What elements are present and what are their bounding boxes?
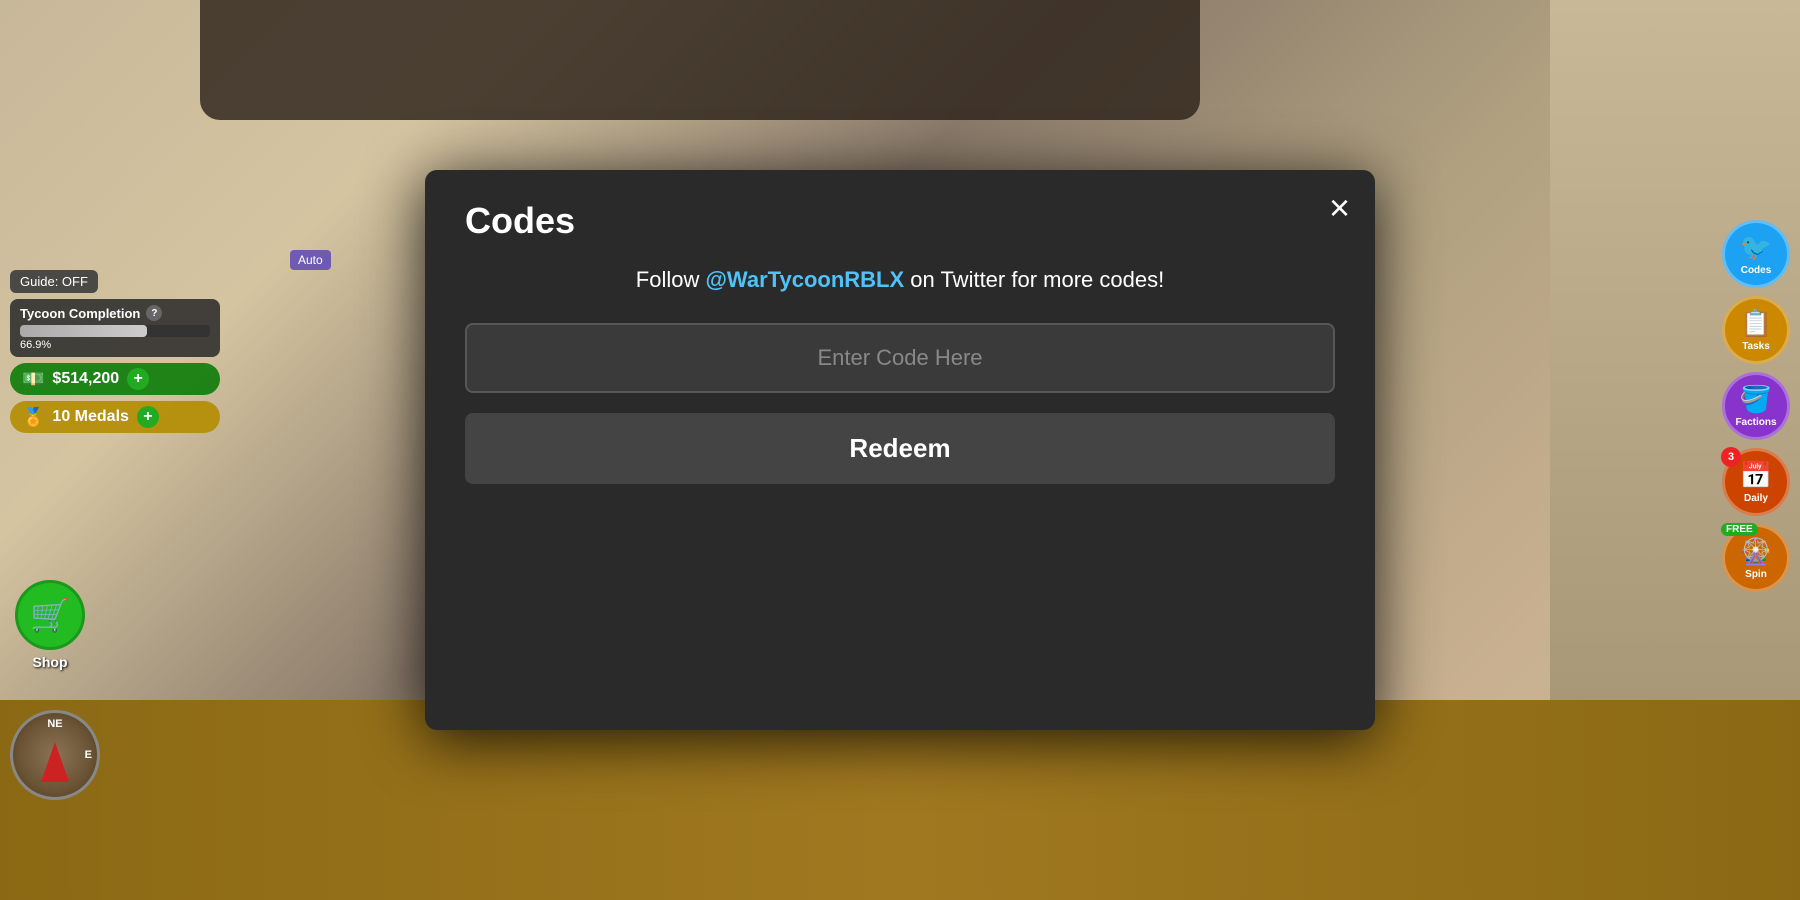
- codes-modal: Codes × Follow @WarTycoonRBLX on Twitter…: [425, 170, 1375, 730]
- modal-title: Codes: [465, 200, 1335, 242]
- twitter-handle: @WarTycoonRBLX: [705, 267, 904, 292]
- subtitle-after: on Twitter for more codes!: [904, 267, 1164, 292]
- code-input[interactable]: [465, 323, 1335, 393]
- modal-overlay: Codes × Follow @WarTycoonRBLX on Twitter…: [0, 0, 1800, 900]
- redeem-button[interactable]: Redeem: [465, 413, 1335, 484]
- subtitle-before: Follow: [636, 267, 706, 292]
- modal-subtitle: Follow @WarTycoonRBLX on Twitter for mor…: [465, 267, 1335, 293]
- modal-close-button[interactable]: ×: [1329, 190, 1350, 226]
